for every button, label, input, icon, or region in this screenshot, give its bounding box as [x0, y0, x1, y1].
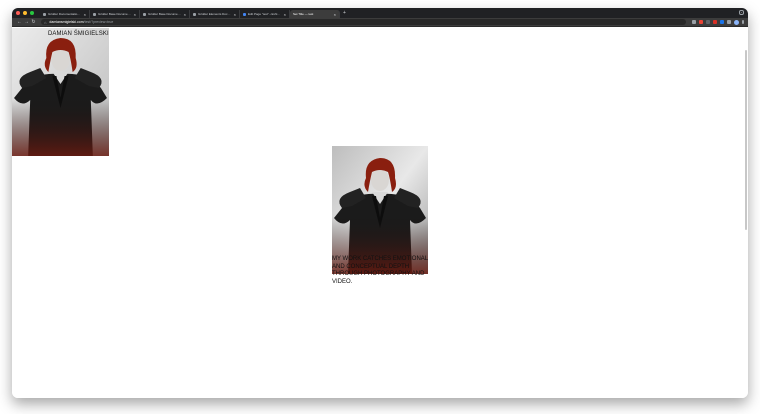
extension-icon[interactable]	[706, 20, 710, 24]
browser-tab[interactable]: Gridder Documentation – Sun ×	[40, 10, 90, 18]
tab-search-icon[interactable]: ⌄	[739, 10, 744, 15]
desktop: Gridder Documentation – Sun × Gridder Ba…	[0, 0, 760, 414]
tab-label: Set Title — test	[293, 12, 314, 16]
browser-tab[interactable]: Gridder Base Documentation ×	[90, 10, 140, 18]
tab-strip: Gridder Documentation – Sun × Gridder Ba…	[40, 8, 346, 18]
tab-close-icon[interactable]: ×	[184, 12, 186, 17]
browser-window: Gridder Documentation – Sun × Gridder Ba…	[12, 8, 748, 398]
address-bar[interactable]: ⌂ damiansmigielski.com /test/?preview=tr…	[41, 19, 686, 25]
portrait-image	[12, 28, 109, 156]
tab-favicon-icon	[43, 12, 46, 16]
address-host: damiansmigielski.com	[49, 20, 84, 24]
tab-close-icon[interactable]: ×	[234, 12, 236, 17]
minimize-window-button[interactable]	[23, 11, 27, 15]
address-path: /test/?preview=true	[83, 20, 114, 24]
tab-bar: Gridder Documentation – Sun × Gridder Ba…	[12, 8, 748, 18]
browser-tab[interactable]: Gridder Elements Documen ×	[190, 10, 240, 18]
browser-tab[interactable]: Edit Page "test" ‹ Exhibitio ×	[240, 10, 290, 18]
page-scrollbar[interactable]	[745, 50, 747, 230]
profile-avatar[interactable]	[734, 19, 739, 25]
back-button[interactable]: ←	[16, 19, 23, 25]
browser-menu-icon[interactable]	[742, 20, 744, 24]
extensions-puzzle-icon[interactable]	[727, 20, 731, 24]
tab-label: Gridder Base Documentation	[98, 12, 132, 16]
tab-favicon-icon	[243, 12, 246, 16]
web-page: DAMIAN ŚMIGIELSKI MY WORK CATCHES EMOTIO…	[12, 28, 748, 398]
extension-icon[interactable]	[713, 20, 717, 24]
statement-text: MY WORK CATCHES EMOTIONAL AND CONCEPTUAL…	[332, 256, 428, 285]
extensions-bar	[692, 19, 744, 25]
extension-icon[interactable]	[720, 20, 724, 24]
tab-favicon-icon	[193, 12, 196, 16]
tab-label: Gridder Base Documentation	[148, 12, 182, 16]
tab-close-icon[interactable]: ×	[284, 12, 286, 17]
tab-close-icon[interactable]: ×	[334, 12, 336, 17]
browser-tab-active[interactable]: Set Title — test ×	[290, 10, 340, 18]
browser-toolbar: ← → ↻ ⌂ damiansmigielski.com /test/?prev…	[12, 18, 748, 27]
featured-photo[interactable]	[332, 146, 428, 274]
reload-button[interactable]: ↻	[30, 19, 37, 25]
site-info-icon[interactable]: ⌂	[44, 20, 46, 25]
tab-label: Edit Page "test" ‹ Exhibitio	[248, 12, 282, 16]
tab-favicon-icon	[143, 12, 146, 16]
browser-tab[interactable]: Gridder Base Documentation ×	[140, 10, 190, 18]
tab-label: Gridder Documentation – Sun	[48, 12, 82, 16]
new-tab-button[interactable]: +	[343, 10, 346, 16]
tab-favicon-icon	[93, 12, 96, 16]
close-window-button[interactable]	[16, 11, 20, 15]
extension-icon[interactable]	[699, 20, 703, 24]
tab-close-icon[interactable]: ×	[84, 12, 86, 17]
site-brand[interactable]: DAMIAN ŚMIGIELSKI	[48, 31, 109, 37]
bookmark-star-icon[interactable]	[692, 20, 696, 24]
window-controls	[16, 11, 34, 15]
tab-label: Gridder Elements Documen	[198, 12, 232, 16]
featured-image	[332, 146, 428, 274]
forward-button[interactable]: →	[23, 19, 30, 25]
portrait-photo	[12, 28, 109, 156]
tab-close-icon[interactable]: ×	[134, 12, 136, 17]
maximize-window-button[interactable]	[30, 11, 34, 15]
